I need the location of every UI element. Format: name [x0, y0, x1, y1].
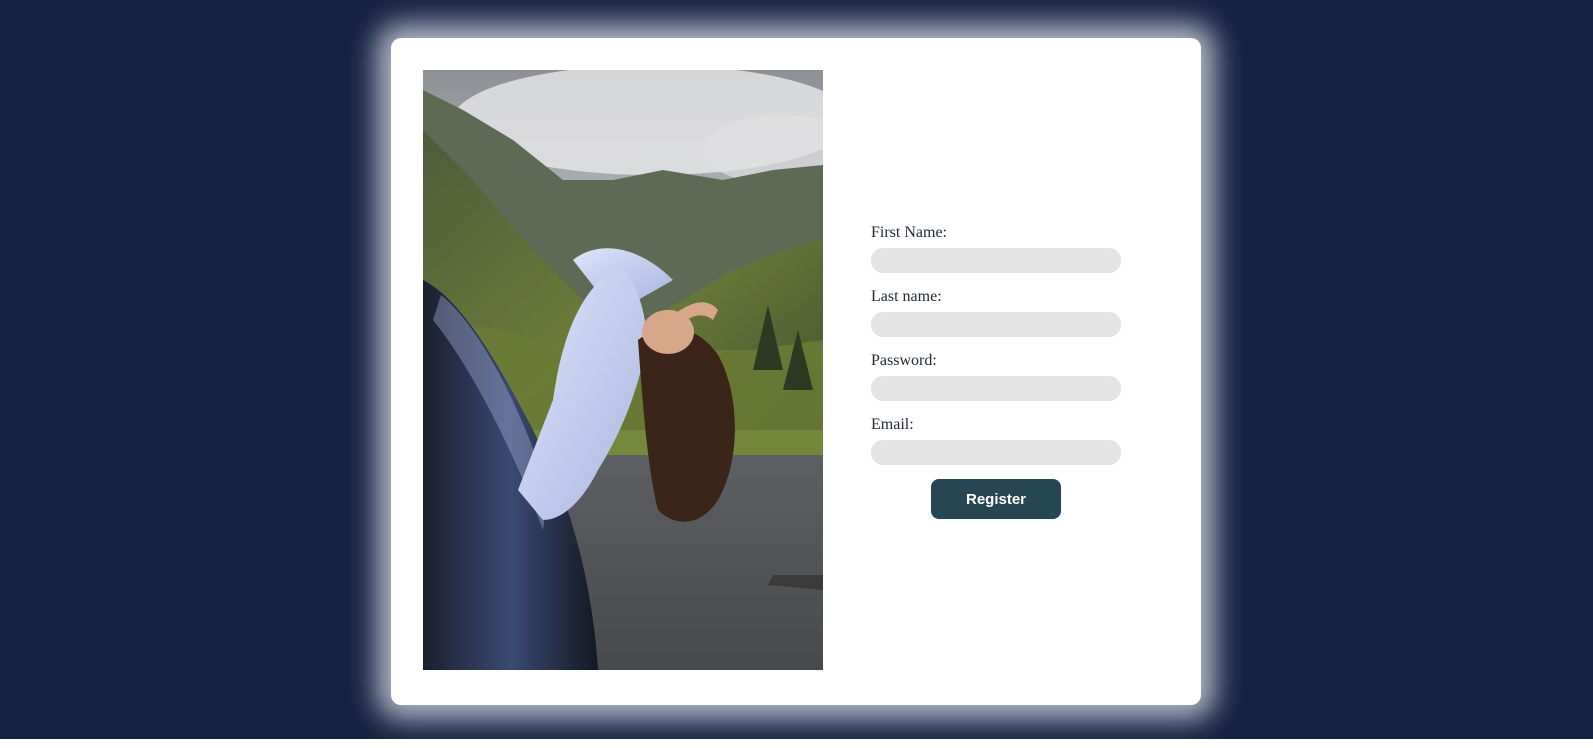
first-name-label: First Name:: [871, 224, 947, 241]
first-name-input[interactable]: [871, 248, 1121, 273]
last-name-input[interactable]: [871, 312, 1121, 337]
password-input[interactable]: [871, 376, 1121, 401]
registration-form: First Name: Last name: Password: Email: …: [871, 223, 1121, 519]
last-name-label: Last name:: [871, 288, 942, 305]
page-background: First Name: Last name: Password: Email: …: [0, 0, 1593, 739]
password-label: Password:: [871, 352, 937, 369]
hero-photo: [423, 70, 823, 670]
registration-card: First Name: Last name: Password: Email: …: [391, 38, 1201, 705]
email-label: Email:: [871, 416, 914, 433]
register-button[interactable]: Register: [931, 479, 1061, 519]
email-input[interactable]: [871, 440, 1121, 465]
